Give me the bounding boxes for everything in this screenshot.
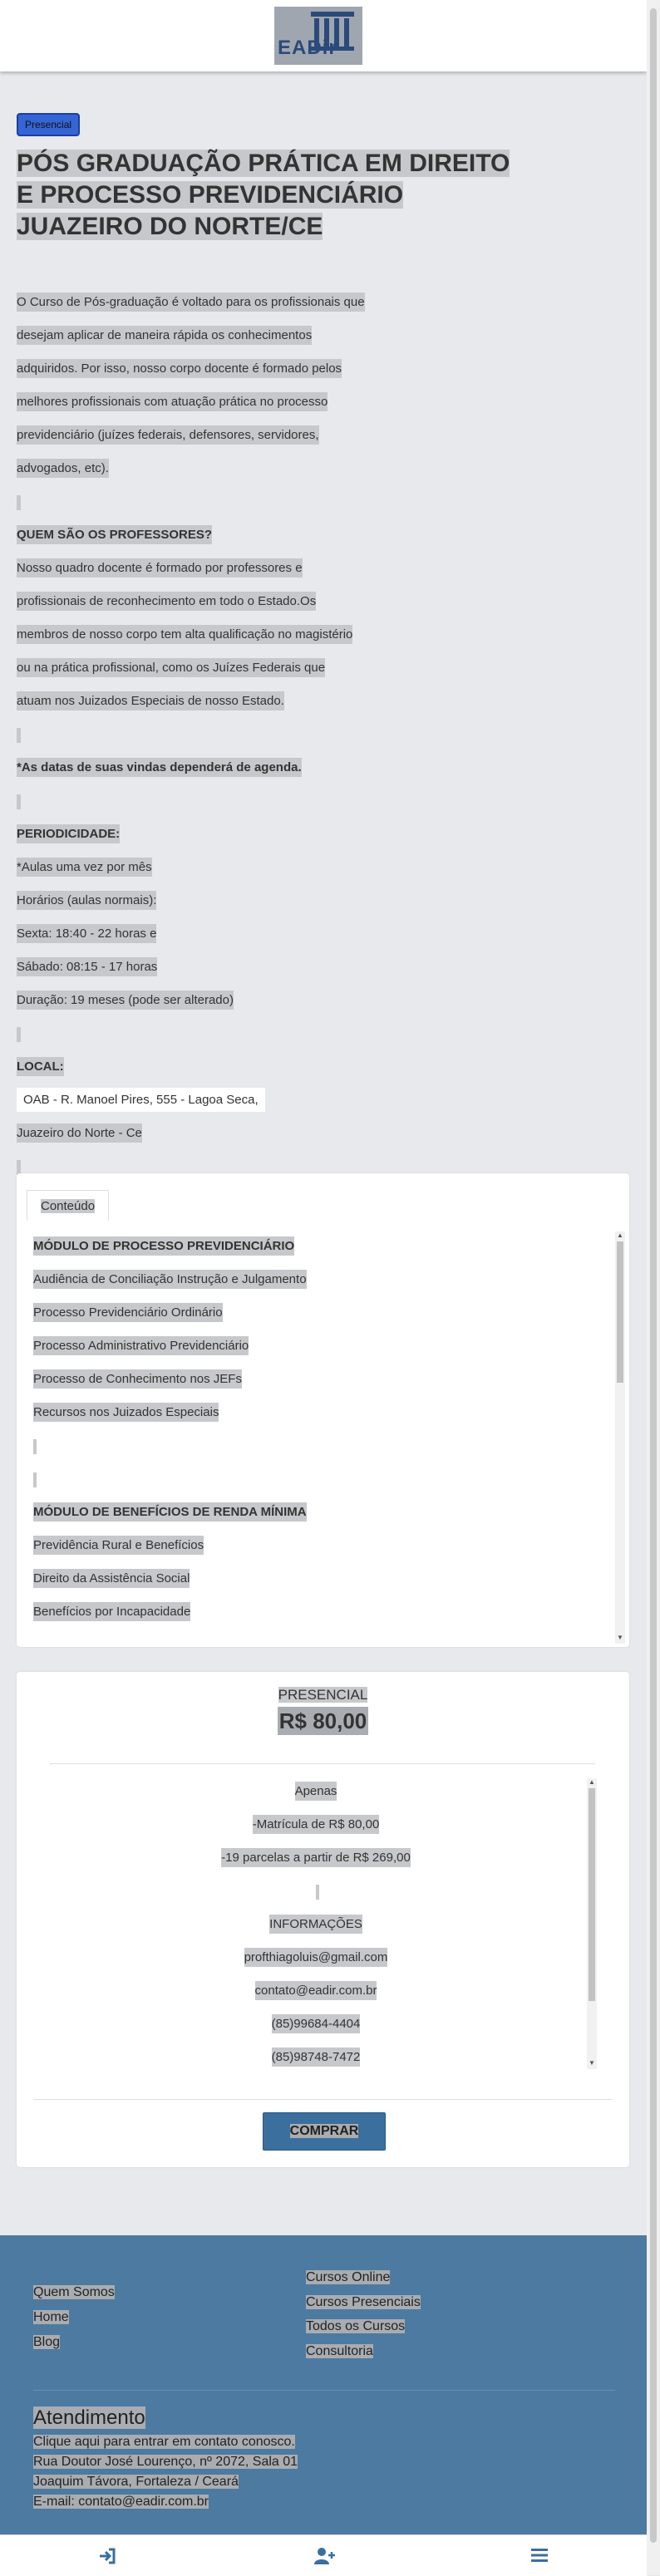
module-title: MÓDULO DE PROCESSO PREVIDENCIÁRIO xyxy=(27,1230,608,1263)
support-email: E-mail: contato@eadir.com.br xyxy=(33,2495,209,2509)
price-details-scroll[interactable]: Apenas -Matrícula de R$ 80,00 -19 parcel… xyxy=(50,1775,582,2076)
support-contact-link[interactable]: Clique aqui para entrar em contato conos… xyxy=(33,2435,295,2450)
module-item: Processo Administrativo Previdenciário xyxy=(27,1330,608,1363)
footer-link-online-courses[interactable]: Cursos Online xyxy=(306,2270,391,2285)
content-card: Conteúdo MÓDULO DE PROCESSO PREVIDENCIÁR… xyxy=(17,1173,629,1647)
blank-line xyxy=(50,1875,582,1908)
buy-button[interactable]: COMPRAR xyxy=(263,2112,386,2151)
contact-phone: (85)99684-4404 xyxy=(50,2008,582,2041)
module-item: Processo Previdenciário Ordinário xyxy=(27,1296,608,1330)
blank-line xyxy=(17,784,399,818)
intro-line: adquiridos. Por isso, nosso corpo docent… xyxy=(17,352,399,386)
blank-line xyxy=(17,718,399,751)
intro-line: desejam aplicar de maneira rápida os con… xyxy=(17,319,399,352)
bottom-navigation xyxy=(0,2534,647,2576)
footer-link-presencial-courses[interactable]: Cursos Presenciais xyxy=(306,2295,421,2310)
course-type-badge: Presencial xyxy=(17,113,81,136)
add-user-icon[interactable] xyxy=(314,2547,336,2569)
module-item: Recursos nos Juizados Especiais xyxy=(27,1396,608,1429)
info-heading: INFORMAÇÕES xyxy=(50,1908,582,1941)
module-item: Previdência Rural e Benefícios xyxy=(27,1529,608,1562)
contact-email: contato@eadir.com.br xyxy=(50,1974,582,2008)
professors-heading: QUEM SÃO OS PROFESSORES? xyxy=(17,519,399,552)
intro-line: melhores profissionais com atuação práti… xyxy=(17,386,399,419)
professors-line: Nosso quadro docente é formado por profe… xyxy=(17,552,399,585)
price-card: PRESENCIAL R$ 80,00 Apenas -Matrícula de… xyxy=(17,1672,629,2167)
location-city: Juazeiro do Norte - Ce xyxy=(17,1117,399,1150)
support-address-city: Joaquim Távora, Fortaleza / Ceará xyxy=(33,2475,239,2489)
blank-line xyxy=(17,485,399,519)
logo-text: EADir xyxy=(278,37,337,59)
price-value: R$ 80,00 xyxy=(277,1707,369,1735)
professors-line: ou na prática profissional, como os Juíz… xyxy=(17,651,399,685)
module-title: MÓDULO DE BENEFÍCIOS DE RENDA MÍNIMA xyxy=(27,1496,608,1529)
footer-link-all-courses[interactable]: Todos os Cursos xyxy=(306,2319,406,2334)
support-title: Atendimento xyxy=(33,2406,145,2429)
price-detail: -19 parcelas a partir de R$ 269,00 xyxy=(50,1841,582,1875)
scroll-up-icon[interactable]: ▲ xyxy=(617,1231,623,1239)
intro-line: previdenciário (juízes federais, defenso… xyxy=(17,419,399,452)
site-footer: Quem Somos Home Blog Cursos Online Curso… xyxy=(0,2235,647,2534)
menu-icon[interactable] xyxy=(530,2547,549,2568)
periodicity-line: Duração: 19 meses (pode ser alterado) xyxy=(17,984,399,1017)
site-logo[interactable]: EADir xyxy=(274,7,362,65)
professors-line: profissionais de reconhecimento em todo … xyxy=(17,585,399,618)
professors-line: atuam nos Juizados Especiais de nosso Es… xyxy=(17,685,399,718)
page-scrollbar[interactable] xyxy=(647,0,660,2575)
scroll-down-icon[interactable]: ▼ xyxy=(617,1634,623,1641)
intro-line: advogados, etc). xyxy=(17,452,399,485)
content-scroll-area[interactable]: MÓDULO DE PROCESSO PREVIDENCIÁRIO Audiên… xyxy=(27,1230,608,1645)
page-scrollbar-thumb[interactable] xyxy=(650,8,657,2543)
periodicity-heading: PERIODICIDADE: xyxy=(17,818,399,851)
agenda-note: *As datas de suas vindas dependerá de ag… xyxy=(17,751,399,784)
scroll-up-icon[interactable]: ▲ xyxy=(589,1778,595,1786)
price-scrollbar[interactable]: ▲ ▼ xyxy=(587,1778,597,2069)
periodicity-line: Sexta: 18:40 - 22 horas e xyxy=(17,917,399,951)
module-item: Audiência de Conciliação Instrução e Jul… xyxy=(27,1263,608,1296)
blank-line xyxy=(27,1463,608,1496)
login-icon[interactable] xyxy=(98,2547,116,2569)
top-header: EADir xyxy=(0,0,647,71)
blank-line xyxy=(27,1429,608,1463)
divider xyxy=(50,1763,595,1764)
intro-line: O Curso de Pós-graduação é voltado para … xyxy=(17,286,399,319)
module-item: Direito da Assistência Social xyxy=(27,1562,608,1595)
price-scrollbar-thumb[interactable] xyxy=(589,1788,595,2001)
periodicity-line: Horários (aulas normais): xyxy=(17,884,399,917)
footer-link-home[interactable]: Home xyxy=(33,2310,69,2325)
scroll-down-icon[interactable]: ▼ xyxy=(589,2059,595,2067)
footer-link-blog[interactable]: Blog xyxy=(33,2335,61,2350)
course-title-text: PÓS GRADUAÇÃO PRÁTICA EM DIREITO E PROCE… xyxy=(17,150,510,240)
module-item: Benefícios por Incapacidade xyxy=(27,1595,608,1629)
location-heading: LOCAL: xyxy=(17,1050,399,1084)
module-item: Processo de Conhecimento nos JEFs xyxy=(27,1363,608,1396)
footer-link-consulting[interactable]: Consultoria xyxy=(306,2344,373,2359)
periodicity-line: *Aulas uma vez por mês xyxy=(17,851,399,884)
support-address-street: Rua Doutor José Lourenço, nº 2072, Sala … xyxy=(33,2455,298,2469)
periodicity-line: Sábado: 08:15 - 17 horas xyxy=(17,951,399,984)
price-type: PRESENCIAL xyxy=(278,1687,368,1703)
footer-divider xyxy=(33,2390,615,2391)
divider xyxy=(33,2099,612,2100)
contact-phone: (85)98748-7472 xyxy=(50,2041,582,2074)
professors-line: membros de nosso corpo tem alta qualific… xyxy=(17,618,399,651)
price-detail: Apenas xyxy=(50,1775,582,1808)
location-address: OAB - R. Manoel Pires, 555 - Lagoa Seca, xyxy=(17,1084,399,1117)
tab-content[interactable]: Conteúdo xyxy=(27,1190,110,1221)
course-description: Presencial PÓS GRADUAÇÃO PRÁTICA EM DIRE… xyxy=(17,113,632,1183)
contact-email: profthiagoluis@gmail.com xyxy=(50,1941,582,1974)
blank-line xyxy=(17,1017,399,1050)
price-detail: -Matrícula de R$ 80,00 xyxy=(50,1808,582,1841)
content-scrollbar-thumb[interactable] xyxy=(617,1241,623,1383)
footer-link-about[interactable]: Quem Somos xyxy=(33,2285,115,2300)
course-title: PÓS GRADUAÇÃO PRÁTICA EM DIREITO E PROCE… xyxy=(17,148,532,243)
content-scrollbar[interactable]: ▲ ▼ xyxy=(615,1231,625,1644)
